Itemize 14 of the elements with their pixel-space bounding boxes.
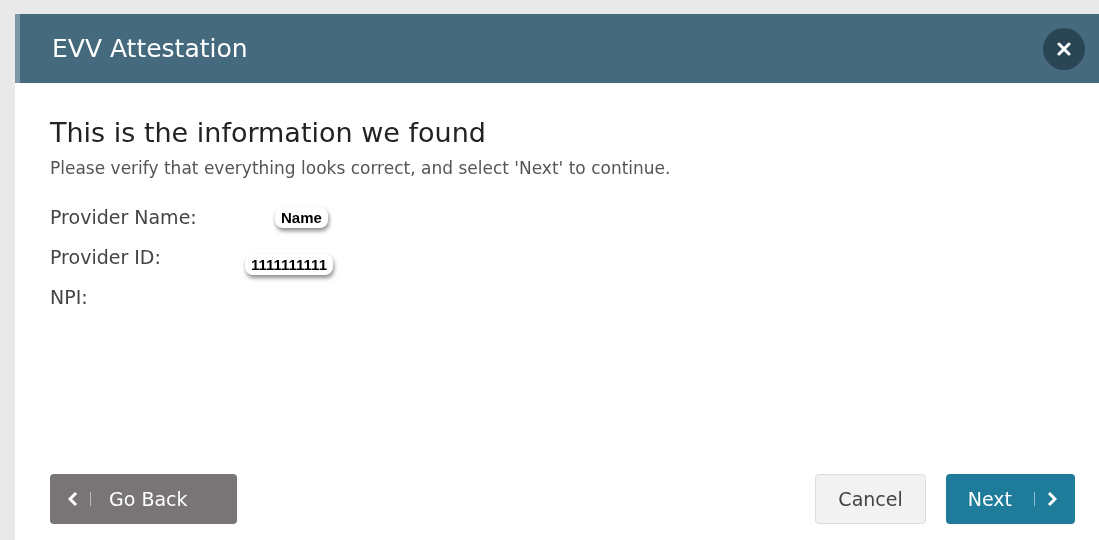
close-icon: [1057, 41, 1071, 56]
field-value: Name: [275, 206, 328, 228]
cancel-button[interactable]: Cancel: [815, 474, 926, 524]
field-label: NPI:: [50, 286, 89, 308]
dialog-title: EVV Attestation: [52, 34, 248, 63]
chevron-right-icon: [1047, 491, 1057, 507]
next-button[interactable]: Next: [945, 474, 1075, 524]
go-back-button[interactable]: Go Back: [50, 474, 237, 524]
field-value: 1111111111: [245, 253, 333, 275]
instruction-text: Please verify that everything looks correct, and select 'Next' to continue.: [50, 158, 672, 178]
field-label: Provider Name:: [50, 206, 198, 228]
close-button[interactable]: [1043, 27, 1085, 70]
chevron-left-icon: [68, 491, 78, 507]
dialog-heading: This is the information we found: [50, 117, 487, 148]
